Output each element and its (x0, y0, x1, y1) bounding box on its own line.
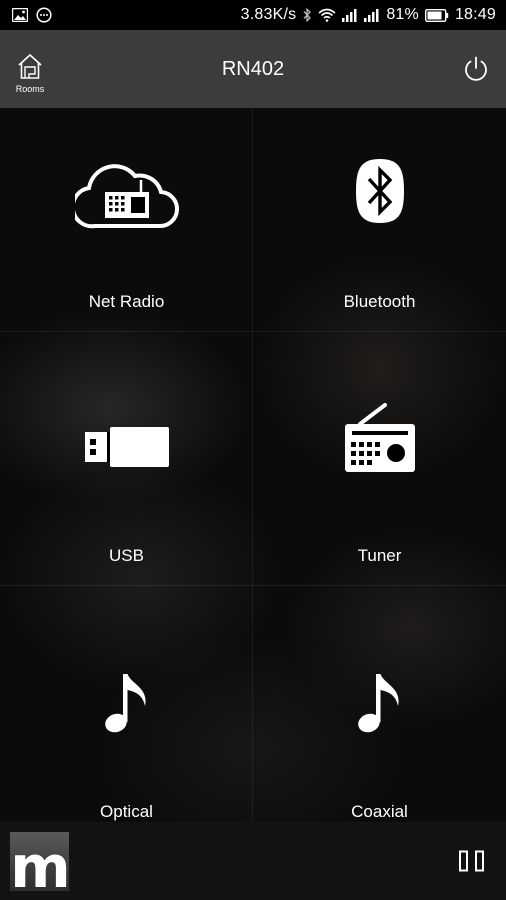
signal-icon-2 (364, 8, 380, 22)
music-note-icon (0, 672, 253, 734)
source-tile-usb[interactable]: USB (0, 346, 253, 584)
net-radio-cloud-icon (0, 158, 253, 230)
source-label: Tuner (357, 546, 402, 565)
now-playing-bar: m (0, 822, 506, 900)
source-tile-net-radio[interactable]: Net Radio (0, 108, 253, 346)
message-icon (36, 7, 52, 23)
rooms-button[interactable]: Rooms (10, 52, 50, 94)
source-label: Optical (100, 802, 153, 821)
source-tile-bluetooth[interactable]: Bluetooth (253, 108, 506, 346)
bluetooth-icon (302, 8, 312, 22)
battery-percent: 81% (386, 6, 419, 23)
source-label: Coaxial (351, 802, 408, 821)
signal-icon (342, 8, 358, 22)
source-tile-optical[interactable]: Optical (0, 584, 253, 822)
pause-button[interactable] (458, 850, 486, 872)
wifi-icon (318, 8, 336, 22)
source-label: Bluetooth (343, 292, 416, 311)
page-title: RN402 (221, 57, 285, 80)
house-icon (16, 52, 44, 85)
source-tile-tuner[interactable]: Tuner (253, 346, 506, 584)
album-art-glyph: m (10, 833, 69, 891)
network-speed: 3.83K/s (240, 6, 297, 23)
power-button[interactable] (462, 55, 490, 83)
usb-icon (0, 426, 253, 468)
source-label: Net Radio (88, 292, 165, 311)
source-grid: Net Radio Bluetooth USB Tuner Optical Co… (0, 108, 506, 822)
pause-icon (458, 850, 486, 876)
app-header: Rooms RN402 (0, 30, 506, 108)
source-label: USB (109, 546, 144, 565)
power-icon (462, 56, 490, 87)
battery-icon (424, 8, 449, 22)
album-art[interactable]: m (10, 832, 69, 891)
bluetooth-icon (253, 158, 506, 224)
rooms-label: Rooms (15, 84, 45, 94)
status-bar: 3.83K/s 81% 18:49 (0, 0, 506, 30)
source-tile-coaxial[interactable]: Coaxial (253, 584, 506, 822)
clock: 18:49 (454, 6, 496, 23)
music-note-icon (253, 672, 506, 734)
radio-tuner-icon (253, 402, 506, 474)
image-icon (12, 8, 28, 22)
